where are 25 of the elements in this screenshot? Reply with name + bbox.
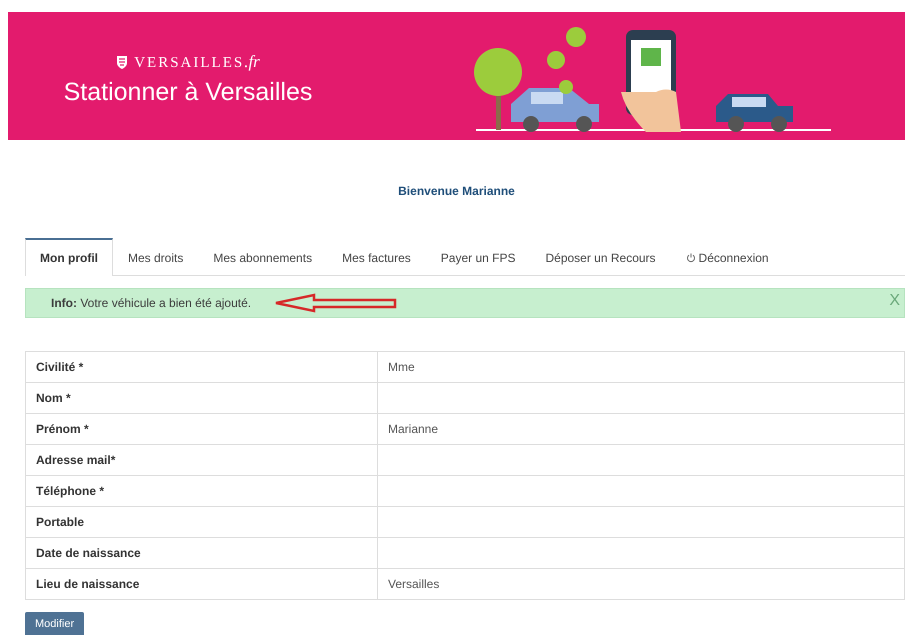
nav-tab[interactable]: Mes droits <box>112 238 198 276</box>
edit-button[interactable]: Modifier <box>25 612 84 635</box>
nav-tab[interactable]: Payer un FPS <box>426 238 530 276</box>
nav-tab[interactable]: Mes factures <box>327 238 426 276</box>
field-label: Date de naissance <box>26 538 378 568</box>
shield-icon <box>116 54 128 70</box>
site-logo[interactable]: VERSAILLES.fr <box>134 49 260 75</box>
field-label: Nom * <box>26 382 378 414</box>
field-label: Lieu de naissance <box>26 568 378 600</box>
nav-tab[interactable]: Mes abonnements <box>198 238 328 276</box>
field-value: Mme <box>378 352 904 382</box>
power-icon <box>686 252 696 262</box>
field-label: Adresse mail* <box>26 444 378 476</box>
nav-tab[interactable]: Déconnexion <box>670 238 784 276</box>
welcome-message: Bienvenue Marianne <box>397 183 516 200</box>
field-label: Téléphone * <box>26 476 378 506</box>
site-title: Stationner à Versailles <box>64 76 312 107</box>
nav-tab[interactable]: Mon profil <box>25 238 113 276</box>
field-value: Versailles <box>378 568 904 600</box>
alert-message: Info: Votre véhicule a bien été ajouté. <box>51 295 252 312</box>
nav-tab[interactable]: Déposer un Recours <box>530 238 671 276</box>
field-label: Civilité * <box>26 352 378 382</box>
field-label: Prénom * <box>26 414 378 444</box>
field-value: Marianne <box>378 414 904 444</box>
field-label: Portable <box>26 506 378 538</box>
